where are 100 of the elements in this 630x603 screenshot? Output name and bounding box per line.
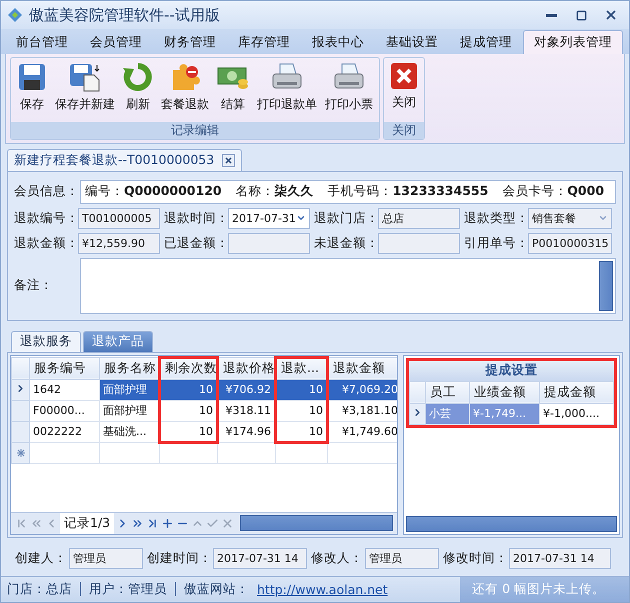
dropdown-field[interactable]: 销售套餐	[528, 208, 612, 229]
table-cell: 10	[276, 421, 328, 442]
close-icon	[390, 62, 418, 90]
ribbon-button[interactable]: 打印退款单	[253, 58, 321, 122]
ribbon-button[interactable]: 关闭	[386, 58, 422, 122]
ribbon-button[interactable]: 刷新	[119, 58, 157, 122]
input-field[interactable]: 总店	[378, 208, 460, 229]
minimize-icon	[546, 14, 556, 17]
column-header[interactable]: 退款金额	[328, 357, 397, 380]
table-cell: 10	[160, 379, 218, 400]
table-cell: 10	[276, 400, 328, 422]
date-field[interactable]: 2017-07-31	[228, 208, 310, 229]
table-cell: 面部护理	[100, 379, 160, 400]
menu-tab[interactable]: 前台管理	[5, 30, 79, 54]
header-corner	[410, 381, 426, 404]
column-header[interactable]: 业绩金额	[470, 381, 540, 404]
check-icon[interactable]	[206, 516, 220, 530]
remarks-field[interactable]	[80, 258, 616, 314]
menu-tab[interactable]: 库存管理	[227, 30, 301, 54]
input-field[interactable]: P0010000315	[528, 232, 612, 254]
close-icon[interactable]	[222, 154, 236, 167]
ribbon-button[interactable]: 保存	[13, 58, 51, 122]
input-field[interactable]: 管理员	[69, 548, 143, 570]
input-field[interactable]	[228, 232, 310, 254]
input-field[interactable]: ¥12,559.90	[78, 232, 160, 254]
column-header[interactable]: 退款...	[276, 357, 328, 380]
column-header[interactable]: 退款价格	[218, 357, 276, 380]
scrollbar[interactable]	[406, 516, 617, 532]
group-title: 关闭	[384, 122, 424, 139]
field-label: 会员信息：	[14, 183, 80, 200]
menu-tab[interactable]: 对象列表管理	[523, 30, 623, 54]
ribbon-button[interactable]: 结算	[213, 58, 253, 122]
document-tab[interactable]: 新建疗程套餐退款--T0010000053	[7, 148, 242, 171]
menu-tab[interactable]: 报表中心	[301, 30, 375, 54]
field-label: 修改时间：	[443, 550, 509, 568]
window-title: 傲蓝美容院管理软件--试用版	[29, 6, 221, 25]
field-label: 引用单号：	[464, 234, 528, 252]
app-logo-icon	[7, 7, 23, 24]
table-cell: F00000...	[30, 400, 100, 422]
table-cell: 10	[160, 421, 218, 442]
row-header[interactable]	[12, 379, 30, 400]
panel-title: 提成设置	[409, 360, 614, 381]
menu-tab[interactable]: 财务管理	[153, 30, 227, 54]
table-cell: ¥-1,749...	[470, 403, 540, 424]
menu-tab[interactable]: 基础设置	[375, 30, 449, 54]
sub-tab[interactable]: 退款服务	[11, 330, 81, 352]
field-label: 备注：	[14, 277, 54, 294]
member-info-field[interactable]: 编号：Q0000000120 名称：柒久久 手机号码：13233334555 会员卡号：Q000	[80, 180, 616, 204]
table-cell: 1642	[30, 379, 100, 400]
input-field[interactable]: 2017-07-31 14	[213, 548, 307, 570]
input-field[interactable]: 管理员	[365, 548, 439, 570]
table-cell: ¥-1,000....	[540, 403, 614, 424]
ribbon-button[interactable]: 保存并新建	[51, 58, 119, 122]
input-field[interactable]: T001000005	[78, 208, 160, 229]
status-text: 门店：总店	[7, 580, 72, 598]
column-header[interactable]: 服务编号	[30, 357, 100, 380]
menu-tab[interactable]: 提成管理	[449, 30, 523, 54]
asterisk-icon	[16, 448, 24, 457]
header-corner	[12, 357, 30, 380]
menu-tab[interactable]: 会员管理	[79, 30, 153, 54]
input-field[interactable]: 2017-07-31 14	[509, 548, 611, 570]
column-header[interactable]: 提成金额	[540, 381, 614, 404]
group-title: 记录编辑	[11, 122, 379, 139]
status-text: 傲蓝网站：	[184, 580, 249, 598]
field-label: 已退金额：	[164, 234, 228, 252]
table-cell: 面部护理	[100, 400, 160, 422]
floppy-document-icon	[69, 62, 101, 92]
column-header[interactable]: 服务名称	[100, 357, 160, 380]
add-icon[interactable]	[161, 516, 174, 530]
column-header[interactable]: 员工	[426, 381, 470, 404]
table-cell: ¥174.96	[218, 421, 276, 442]
column-header[interactable]: 剩余次数	[160, 357, 218, 380]
row-header[interactable]	[410, 403, 426, 424]
input-field[interactable]	[378, 232, 460, 254]
field-label: 退款门店：	[314, 210, 378, 227]
field-label: 退款时间：	[164, 210, 228, 227]
upload-status: 还有 0 幅图片未上传。	[460, 576, 629, 602]
table-cell: ¥1,749.60	[328, 421, 397, 442]
scrollbar[interactable]	[599, 260, 613, 311]
scrollbar[interactable]	[240, 515, 393, 532]
table-cell: 0022222	[30, 421, 100, 442]
table-cell: 小芸	[426, 403, 470, 424]
new-row-header[interactable]	[12, 442, 30, 464]
member-info-text: 会员卡号：Q000	[502, 183, 604, 200]
table-cell: 10	[160, 400, 218, 422]
website-link[interactable]: http://www.aolan.net	[257, 582, 388, 597]
field-label: 修改人：	[311, 550, 364, 568]
field-label: 退款编号：	[14, 210, 78, 227]
close-icon	[604, 8, 618, 22]
maximize-icon	[576, 10, 586, 21]
field-label: 退款类型：	[464, 210, 528, 227]
status-text: 用户：管理员	[89, 580, 167, 598]
table-cell: ¥318.11	[218, 400, 276, 422]
field-label: 创建时间：	[147, 550, 213, 568]
ribbon-button[interactable]: 打印小票	[321, 58, 377, 122]
table-cell: ¥3,181.10	[328, 400, 397, 422]
ribbon-button[interactable]: 套餐退款	[157, 58, 213, 122]
field-label: 未退金额：	[314, 234, 378, 252]
table-cell: ¥706.92	[218, 379, 276, 400]
member-info-text: 编号：Q0000000120	[85, 183, 222, 200]
